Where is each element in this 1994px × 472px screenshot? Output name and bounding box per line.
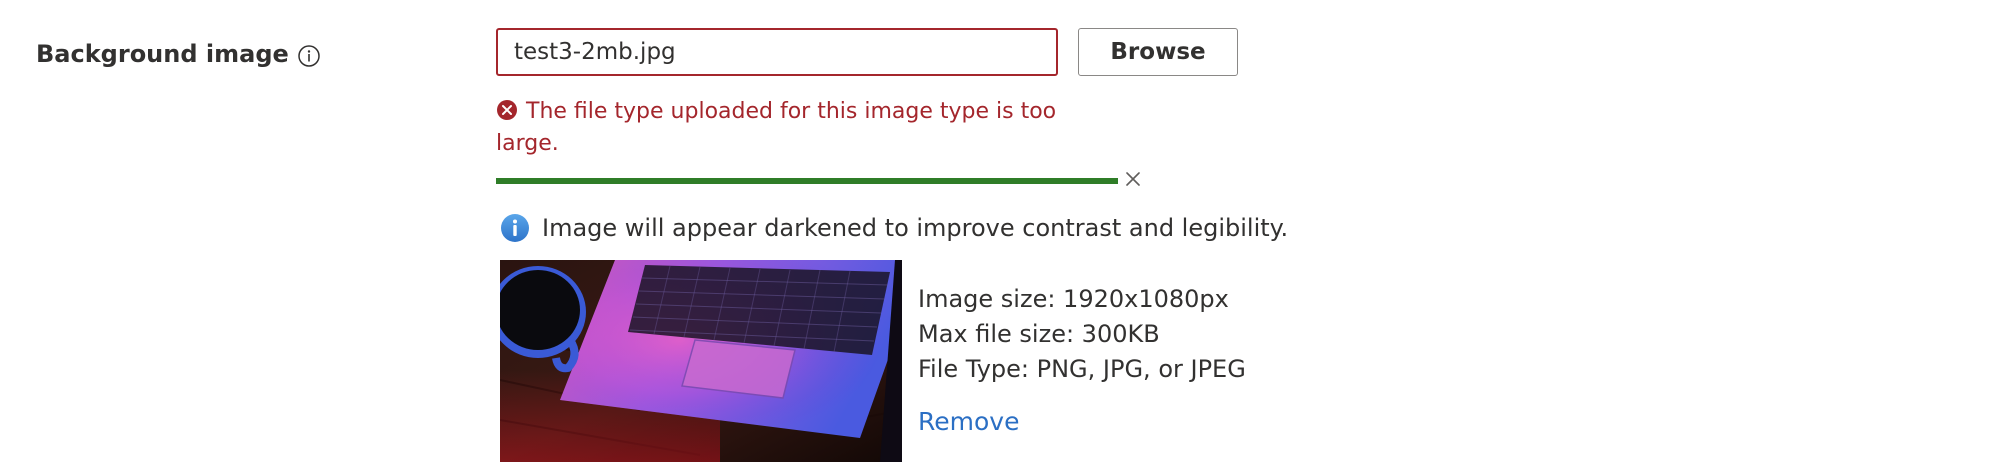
background-image-label: Background image (36, 36, 321, 72)
field-label-text: Background image (36, 40, 289, 68)
background-image-preview (500, 260, 902, 462)
upload-progress-bar (496, 178, 1118, 184)
file-name-input[interactable] (496, 28, 1058, 76)
browse-button[interactable]: Browse (1078, 28, 1238, 76)
darkened-notice: Image will appear darkened to improve co… (500, 208, 1288, 248)
info-circle-outline-icon[interactable] (297, 42, 321, 67)
remove-link[interactable]: Remove (918, 404, 1019, 440)
close-icon[interactable] (1122, 168, 1144, 190)
image-requirements: Image size: 1920x1080px Max file size: 3… (918, 282, 1246, 387)
max-file-size-text: Max file size: 300KB (918, 320, 1160, 348)
info-icon (500, 213, 530, 243)
file-type-text: File Type: PNG, JPG, or JPEG (918, 355, 1246, 383)
notice-text: Image will appear darkened to improve co… (542, 214, 1289, 242)
upload-progress-fill (496, 178, 1118, 184)
error-message: The file type uploaded for this image ty… (496, 96, 1076, 160)
error-message-text: The file type uploaded for this image ty… (496, 99, 1057, 156)
laptop-and-coffee-cup-photo (500, 260, 902, 462)
error-circle-icon (496, 99, 518, 121)
image-size-text: Image size: 1920x1080px (918, 285, 1229, 313)
